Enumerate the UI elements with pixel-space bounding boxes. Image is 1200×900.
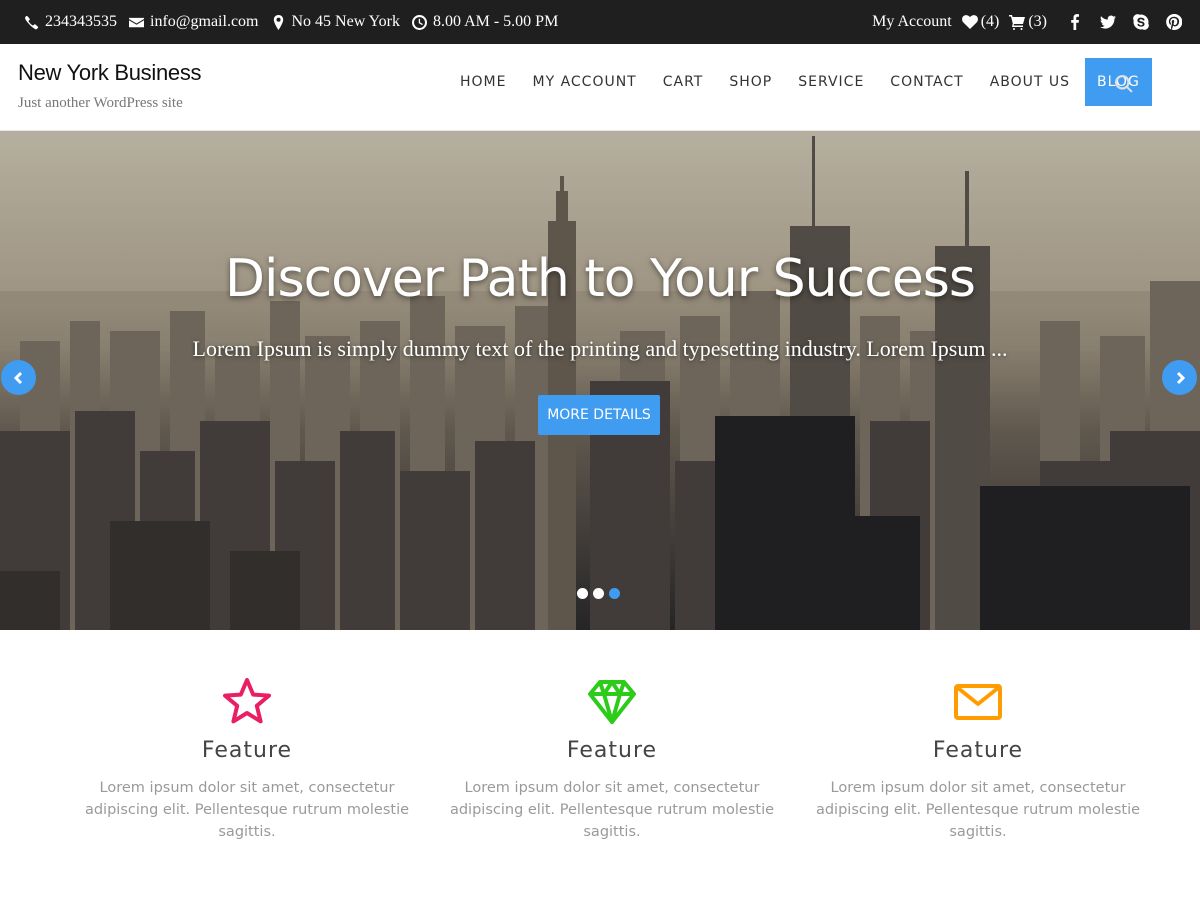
slider-dot-active[interactable] [609, 588, 620, 599]
feature-text: Lorem ipsum dolor sit amet, consectetur … [449, 780, 775, 840]
chevron-right-icon [1176, 371, 1185, 384]
email-address[interactable]: info@gmail.com [150, 13, 259, 31]
feature-title: Feature [201, 738, 293, 763]
nav-home[interactable]: HOME [447, 58, 519, 106]
hero-title: Discover Path to Your Success [224, 249, 976, 309]
main-navigation: HOME MY ACCOUNT CART SHOP SERVICE CONTAC… [447, 58, 1152, 106]
cart-icon [1009, 15, 1026, 30]
skype-icon[interactable] [1133, 14, 1149, 30]
account-area: My Account (4) (3) [872, 0, 1182, 44]
hours-info: 8.00 AM - 5.00 PM [411, 13, 559, 31]
slider-pagination [577, 588, 620, 599]
feature-title: Feature [932, 738, 1024, 763]
nav-about-us[interactable]: ABOUT US [977, 58, 1083, 106]
site-branding: New York Business Just another WordPress… [18, 60, 202, 112]
slider-next-button[interactable] [1162, 360, 1197, 395]
twitter-icon[interactable] [1100, 14, 1116, 30]
social-links [1067, 14, 1182, 30]
cart-link[interactable]: (3) [1009, 13, 1047, 31]
hero-subtitle: Lorem Ipsum is simply dummy text of the … [192, 336, 1008, 361]
slider-prev-button[interactable] [1, 360, 36, 395]
phone-icon [25, 15, 39, 29]
site-tagline: Just another WordPress site [18, 95, 183, 111]
nav-cart[interactable]: CART [650, 58, 717, 106]
features-section: Feature Lorem ipsum dolor sit amet, cons… [0, 630, 1200, 900]
star-icon [223, 678, 271, 724]
wishlist-count: (4) [980, 13, 1000, 30]
facebook-icon[interactable] [1067, 14, 1083, 30]
map-marker-icon [273, 14, 283, 30]
site-header: New York Business Just another WordPress… [0, 44, 1200, 131]
address-info: No 45 New York [271, 13, 400, 31]
heart-icon [961, 15, 978, 29]
hours-text: 8.00 AM - 5.00 PM [432, 13, 559, 30]
nav-service[interactable]: SERVICE [785, 58, 877, 106]
slider-dot[interactable] [577, 588, 588, 599]
envelope-icon [129, 17, 144, 27]
nav-shop[interactable]: SHOP [716, 58, 785, 106]
chevron-left-icon [13, 371, 22, 384]
envelope-icon [954, 684, 1002, 720]
hero-slider: Discover Path to Your Success Lorem Ipsu… [0, 131, 1200, 630]
phone-info: 234343535 [24, 13, 117, 31]
slider-dot[interactable] [593, 588, 604, 599]
email-info[interactable]: info@gmail.com [129, 13, 259, 31]
diamond-icon [588, 680, 636, 724]
nav-contact[interactable]: CONTACT [877, 58, 976, 106]
top-bar: 234343535 info@gmail.com No 45 New York … [0, 0, 1200, 44]
search-button[interactable] [1115, 75, 1133, 93]
feature-title: Feature [566, 738, 658, 763]
pinterest-icon[interactable] [1166, 14, 1182, 30]
address-text: No 45 New York [291, 13, 400, 30]
more-details-button[interactable]: MORE DETAILS [538, 395, 660, 435]
wishlist-link[interactable]: (4) [961, 13, 1000, 31]
feature-card: Feature Lorem ipsum dolor sit amet, cons… [72, 674, 422, 843]
phone-number: 234343535 [45, 13, 117, 30]
my-account-link[interactable]: My Account [872, 13, 952, 31]
feature-text: Lorem ipsum dolor sit amet, consectetur … [815, 780, 1141, 840]
contact-info: 234343535 info@gmail.com No 45 New York … [24, 0, 558, 44]
hero-overlay [0, 131, 1200, 630]
feature-card: Feature Lorem ipsum dolor sit amet, cons… [437, 674, 787, 843]
clock-icon [411, 14, 427, 30]
feature-card: Feature Lorem ipsum dolor sit amet, cons… [803, 674, 1153, 843]
nav-my-account[interactable]: MY ACCOUNT [519, 58, 649, 106]
cart-count: (3) [1028, 13, 1047, 30]
feature-text: Lorem ipsum dolor sit amet, consectetur … [84, 780, 410, 840]
site-title[interactable]: New York Business [18, 60, 202, 86]
search-icon [1115, 75, 1133, 93]
